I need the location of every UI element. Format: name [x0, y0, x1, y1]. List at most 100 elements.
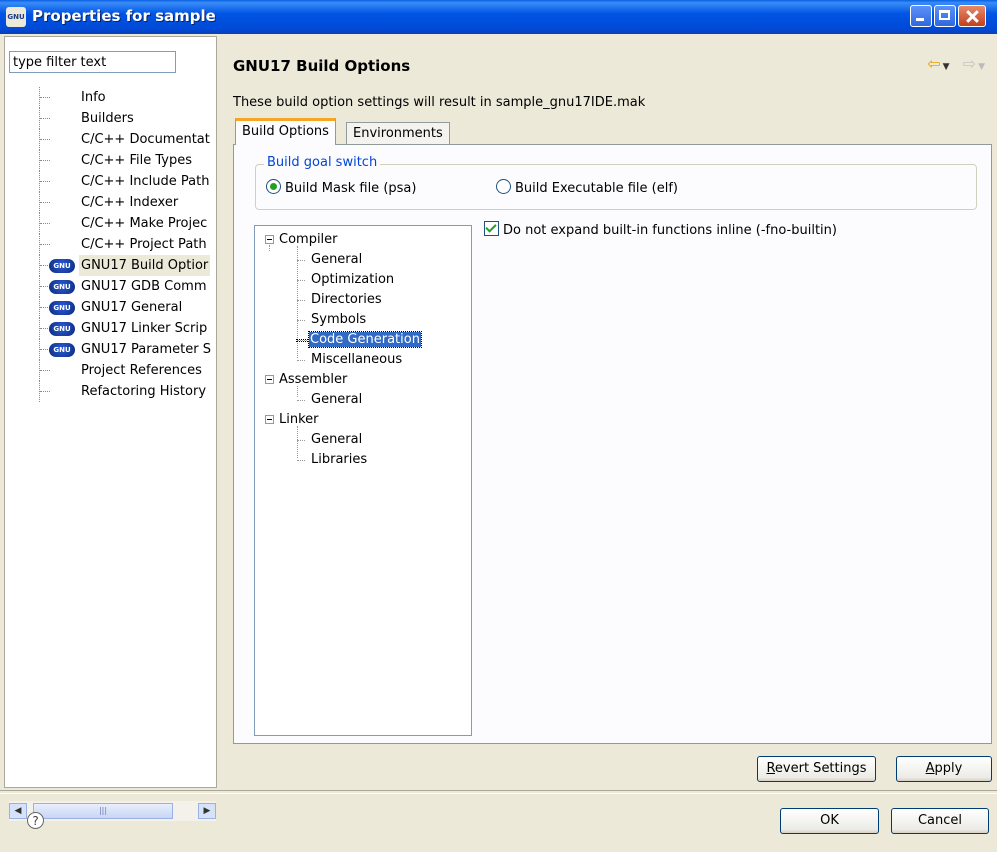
scroll-thumb[interactable]: ||| [33, 803, 173, 819]
tree-node-label: General [311, 432, 363, 447]
tree-node-compiler-general[interactable]: General [297, 250, 362, 270]
nav-item[interactable]: Refactoring History [5, 381, 212, 402]
collapse-icon[interactable] [265, 235, 274, 244]
nav-item[interactable]: C/C++ Project Path [5, 234, 212, 255]
scroll-right-button[interactable]: ▶ [198, 803, 216, 819]
tree-node-symbols[interactable]: Symbols [297, 310, 366, 330]
tree-node-directories[interactable]: Directories [297, 290, 382, 310]
nav-item[interactable]: C/C++ Include Path [5, 171, 212, 192]
collapse-icon[interactable] [265, 375, 274, 384]
minimize-button[interactable] [910, 5, 932, 27]
radio-unselected-icon[interactable] [496, 179, 511, 194]
help-icon[interactable]: ? [27, 812, 44, 829]
checkbox-checked-icon[interactable] [484, 221, 499, 236]
nav-item-label: Refactoring History [81, 384, 207, 399]
property-page-navigator: Info Builders C/C++ Documentat C/C++ File T… [4, 36, 217, 821]
back-arrow-icon[interactable]: ⇦ [927, 54, 940, 73]
tree-connector [40, 139, 50, 140]
tree-node-label: Assembler [279, 372, 348, 387]
nav-item-label: C/C++ File Types [81, 153, 192, 168]
close-button[interactable] [958, 5, 986, 27]
tree-connector [40, 202, 50, 203]
apply-button[interactable]: Apply [896, 756, 992, 782]
footer-divider [0, 790, 997, 794]
cancel-button[interactable]: Cancel [891, 808, 989, 834]
tree-connector [269, 245, 270, 251]
group-title: Build goal switch [264, 155, 381, 170]
nav-item[interactable]: C/C++ Documentat [5, 129, 212, 150]
tree-connector [40, 118, 50, 119]
scroll-left-button[interactable]: ◀ [9, 803, 27, 819]
revert-settings-button[interactable]: Revert Settings [757, 756, 876, 782]
collapse-icon[interactable] [265, 415, 274, 424]
nav-item-label: Project References [81, 363, 202, 378]
nav-item-label: GNU17 Parameter S [81, 342, 212, 357]
nav-item[interactable]: Info [5, 87, 212, 108]
fno-builtin-option[interactable]: Do not expand built-in functions inline … [484, 221, 837, 239]
back-dropdown-icon[interactable]: ▼ [943, 62, 950, 72]
tree-node-label: Symbols [311, 312, 367, 327]
tree-connector [40, 223, 50, 224]
nav-item-label: C/C++ Make Projec [81, 216, 208, 231]
tree-node-label: Directories [311, 292, 382, 307]
nav-item[interactable]: GNU GNU17 General [5, 297, 212, 318]
properties-window: GNU Properties for sample Info Builders C/… [0, 0, 997, 852]
nav-item[interactable]: Project References [5, 360, 212, 381]
maximize-button[interactable] [934, 5, 956, 27]
radio-build-executable[interactable]: Build Executable file (elf) [496, 179, 678, 197]
gnu-icon: GNU [49, 322, 75, 336]
tab-environments[interactable]: Environments [346, 122, 450, 144]
nav-item-label: GNU17 General [81, 300, 183, 315]
nav-item[interactable]: GNU GNU17 Build Optior [5, 255, 212, 276]
mnemonic: A [925, 761, 935, 776]
nav-item-label: Builders [81, 111, 134, 126]
history-navigation: ⇦ ▼ ⇨ ▼ [927, 54, 985, 73]
tree-connector [40, 181, 50, 182]
nav-item-label: GNU17 Linker Scrip [81, 321, 208, 336]
gnu-icon: GNU [49, 343, 75, 357]
nav-item[interactable]: GNU GNU17 Linker Scrip [5, 318, 212, 339]
tree-connector [40, 391, 50, 392]
tree-connector [40, 160, 50, 161]
tree-node-libraries[interactable]: Libraries [297, 450, 367, 470]
nav-item[interactable]: C/C++ File Types [5, 150, 212, 171]
nav-item[interactable]: GNU GNU17 GDB Comm [5, 276, 212, 297]
tree-node-label: General [311, 392, 363, 407]
forward-arrow-icon[interactable]: ⇨ [963, 54, 976, 73]
forward-dropdown-icon[interactable]: ▼ [978, 62, 985, 72]
nav-item[interactable]: Builders [5, 108, 212, 129]
tree-node-optimization[interactable]: Optimization [297, 270, 394, 290]
title-bar[interactable]: GNU Properties for sample [0, 0, 997, 34]
tree-node-code-generation[interactable]: Code Generation [296, 330, 422, 350]
tree-node-label: Miscellaneous [311, 352, 403, 367]
gnu-icon: GNU [49, 259, 75, 273]
tree-connector [40, 244, 50, 245]
page-title: GNU17 Build Options [233, 57, 411, 75]
option-category-tree: Compiler General Optimization Directorie… [254, 225, 472, 736]
radio-selected-icon[interactable] [266, 179, 281, 194]
filter-input[interactable] [9, 51, 176, 73]
tab-build-options[interactable]: Build Options [235, 118, 336, 145]
nav-item-label: C/C++ Include Path [81, 174, 210, 189]
ok-button[interactable]: OK [780, 808, 879, 834]
tree-node-assembler-general[interactable]: General [297, 390, 362, 410]
nav-item-label: GNU17 Build Optior [79, 255, 211, 276]
nav-item[interactable]: GNU GNU17 Parameter S [5, 339, 212, 360]
window-title: Properties for sample [32, 7, 216, 25]
build-goal-group: Build goal switch Build Mask file (psa) … [255, 155, 977, 210]
nav-item[interactable]: C/C++ Indexer [5, 192, 212, 213]
nav-item[interactable]: C/C++ Make Projec [5, 213, 212, 234]
mnemonic: R [766, 761, 775, 776]
option-label: Do not expand built-in functions inline … [503, 223, 837, 238]
tree-node-linker-general[interactable]: General [297, 430, 362, 450]
radio-label: Build Executable file (elf) [515, 181, 678, 196]
tree-node-miscellaneous[interactable]: Miscellaneous [297, 350, 402, 370]
tree-node-label: General [311, 252, 363, 267]
radio-build-mask[interactable]: Build Mask file (psa) [266, 179, 416, 197]
gnu-icon: GNU [49, 301, 75, 315]
tree-node-label: Linker [279, 412, 319, 427]
nav-item-label: C/C++ Indexer [81, 195, 179, 210]
tree-connector [40, 97, 50, 98]
gnu-app-icon: GNU [6, 7, 26, 27]
radio-label: Build Mask file (psa) [285, 181, 417, 196]
